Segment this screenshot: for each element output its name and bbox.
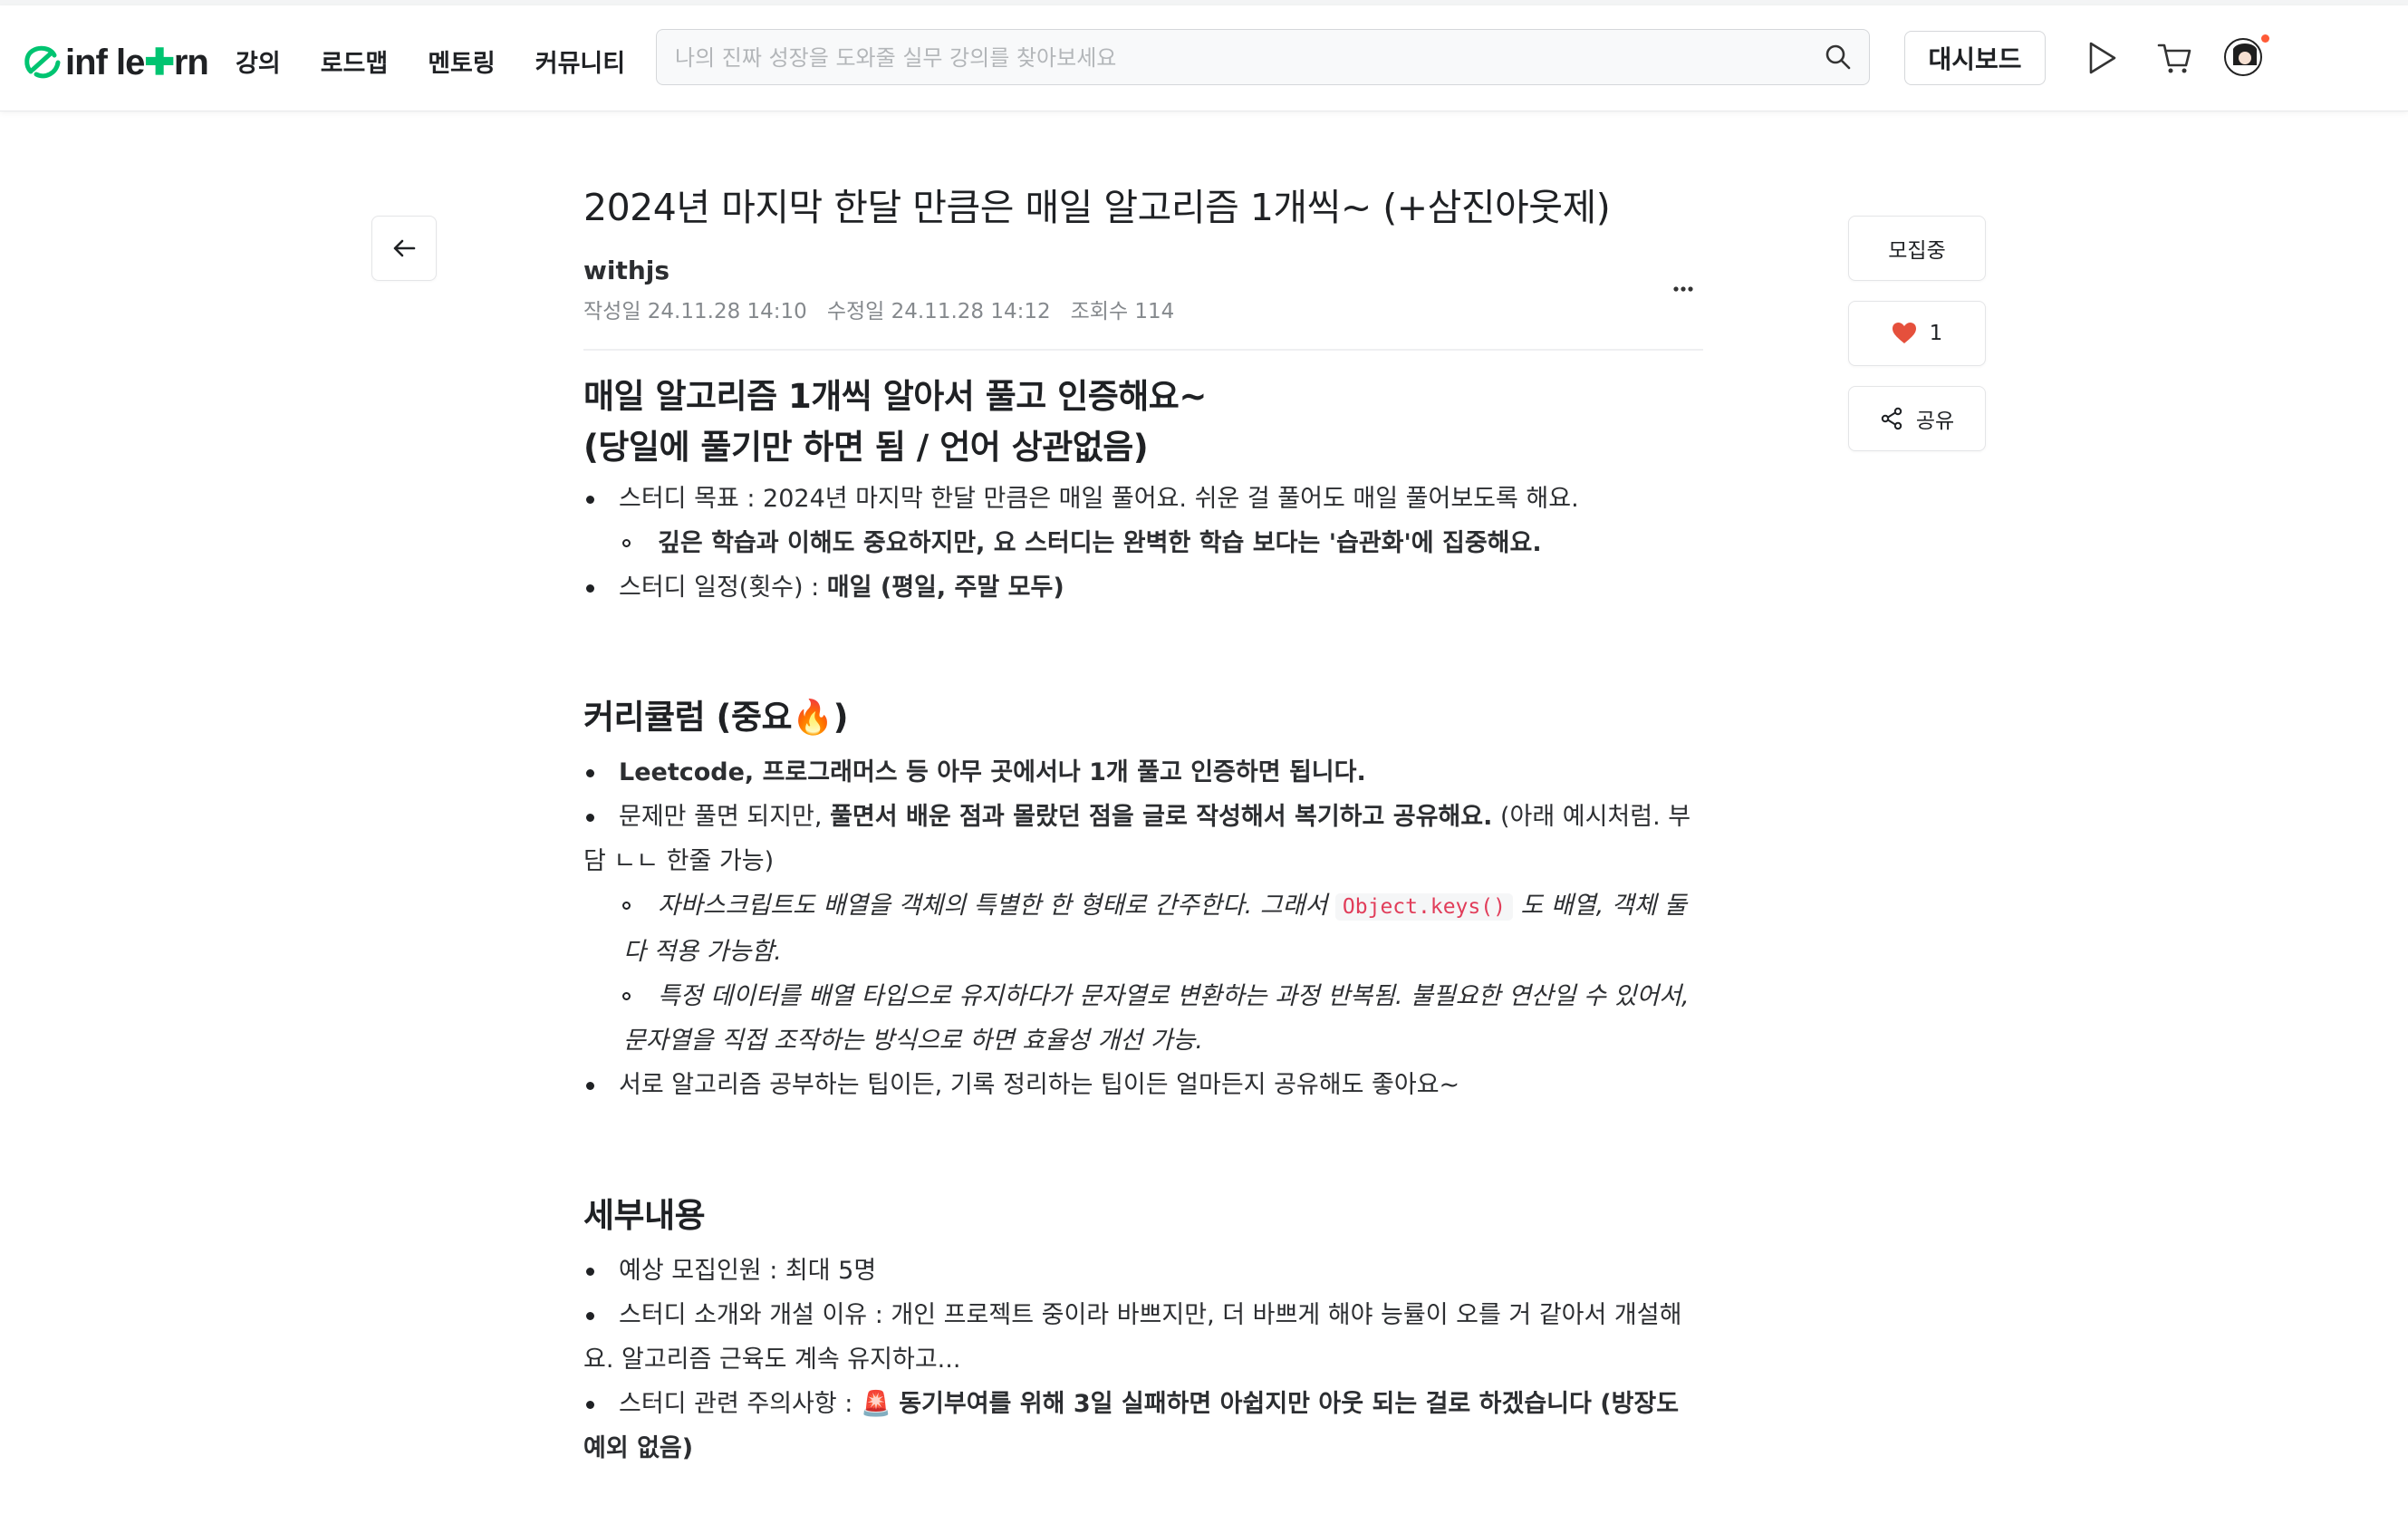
created-date: 작성일 24.11.28 14:10 <box>583 300 807 323</box>
post-author[interactable]: withjs <box>583 256 669 285</box>
cart-icon[interactable] <box>2156 40 2192 80</box>
post-title: 2024년 마지막 한달 만큼은 매일 알고리즘 1개씩~ (+삼진아웃제) <box>583 186 1611 229</box>
like-count: 1 <box>1929 322 1943 345</box>
post-body: 매일 알고리즘 1개씩 알아서 풀고 인증해요~ (당일에 풀기만 하면 됨 / … <box>583 371 1703 1471</box>
curriculum-list: Leetcode, 프로그래머스 등 아무 곳에서나 1개 풀고 인증하면 됩니… <box>583 750 1703 1107</box>
list-item: 스터디 소개와 개설 이유 : 개인 프로젝트 중이라 바쁘지만, 더 바쁘게 … <box>583 1293 1703 1382</box>
list-item: Leetcode, 프로그래머스 등 아무 곳에서나 1개 풀고 인증하면 됩니… <box>583 750 1703 795</box>
modified-date: 수정일 24.11.28 14:12 <box>826 300 1051 323</box>
logo-text: inf le✚rn <box>65 43 209 82</box>
post-meta: 작성일 24.11.28 14:10 수정일 24.11.28 14:12 조회… <box>583 294 1174 324</box>
logo-mark-icon <box>24 45 61 79</box>
arrow-left-icon <box>393 239 416 257</box>
list-subitem: 자바스크립트도 배열을 객체의 특별한 한 형태로 간주한다. 그래서 Obje… <box>583 883 1703 974</box>
view-count: 조회수 114 <box>1070 300 1175 323</box>
search-icon[interactable] <box>1824 43 1853 75</box>
list-subitem: 특정 데이터를 배열 타입으로 유지하다가 문자열로 변환하는 과정 반복됨. … <box>583 974 1703 1063</box>
logo-plus-icon: ✚ <box>144 43 175 82</box>
nav-mentoring[interactable]: 멘토링 <box>428 43 496 79</box>
list-item: 문제만 풀면 되지만, 풀면서 배운 점과 몰랐던 점을 글로 작성해서 복기하… <box>583 795 1703 883</box>
back-button[interactable] <box>371 216 437 281</box>
inline-code: Object.keys() <box>1334 893 1513 921</box>
intro-list: 스터디 목표 : 2024년 마지막 한달 만큼은 매일 풀어요. 쉬운 걸 풀… <box>583 477 1703 610</box>
main-nav: 강의 로드맵 멘토링 커뮤니티 <box>236 43 625 79</box>
dashboard-button[interactable]: 대시보드 <box>1904 31 2046 85</box>
notification-dot <box>2261 34 2269 43</box>
nav-courses[interactable]: 강의 <box>236 43 281 79</box>
intro-heading: 매일 알고리즘 1개씩 알아서 풀고 인증해요~ (당일에 풀기만 하면 됨 / … <box>583 377 1207 467</box>
nav-community[interactable]: 커뮤니티 <box>535 43 625 79</box>
post-article: 2024년 마지막 한달 만큼은 매일 알고리즘 1개씩~ (+삼진아웃제) w… <box>583 181 1703 1462</box>
like-button[interactable]: 1 <box>1848 301 1986 366</box>
nav-roadmap[interactable]: 로드맵 <box>321 43 389 79</box>
list-item: 스터디 목표 : 2024년 마지막 한달 만큼은 매일 풀어요. 쉬운 걸 풀… <box>583 477 1703 521</box>
inflearn-logo[interactable]: inf le✚rn <box>24 42 209 83</box>
recruiting-status-button[interactable]: 모집중 <box>1848 216 1986 281</box>
search-input[interactable] <box>673 41 1782 75</box>
details-list: 예상 모집인원 : 최대 5명 스터디 소개와 개설 이유 : 개인 프로젝트 … <box>583 1249 1703 1471</box>
search-bar <box>656 29 1870 85</box>
status-label: 모집중 <box>1888 239 1946 263</box>
list-item: 예상 모집인원 : 최대 5명 <box>583 1249 1703 1293</box>
header-divider <box>583 349 1703 351</box>
list-item: 스터디 일정(횟수) : 매일 (평일, 주말 모두) <box>583 565 1703 610</box>
list-item: 스터디 관련 주의사항 : 🚨 동기부여를 위해 3일 실패하면 아쉽지만 아웃… <box>583 1382 1703 1471</box>
share-button[interactable]: 공유 <box>1848 386 1986 451</box>
profile-avatar[interactable] <box>2224 34 2269 80</box>
list-item: 서로 알고리즘 공부하는 팁이든, 기록 정리하는 팁이든 얼마든지 공유해도 … <box>583 1063 1703 1107</box>
play-icon[interactable] <box>2085 40 2118 80</box>
list-subitem: 깊은 학습과 이해도 중요하지만, 요 스터디는 완벽한 학습 보다는 '습관화… <box>583 521 1703 565</box>
details-heading: 세부내용 <box>583 1196 706 1235</box>
avatar <box>2224 38 2262 76</box>
more-options-icon[interactable] <box>1672 279 1694 296</box>
curriculum-heading: 커리큘럼 (중요🔥) <box>583 698 849 737</box>
share-icon <box>1881 407 1902 430</box>
heart-icon <box>1892 323 1916 343</box>
share-label: 공유 <box>1915 410 1955 433</box>
site-header: inf le✚rn 강의 로드맵 멘토링 커뮤니티 대시보드 <box>0 5 2408 111</box>
